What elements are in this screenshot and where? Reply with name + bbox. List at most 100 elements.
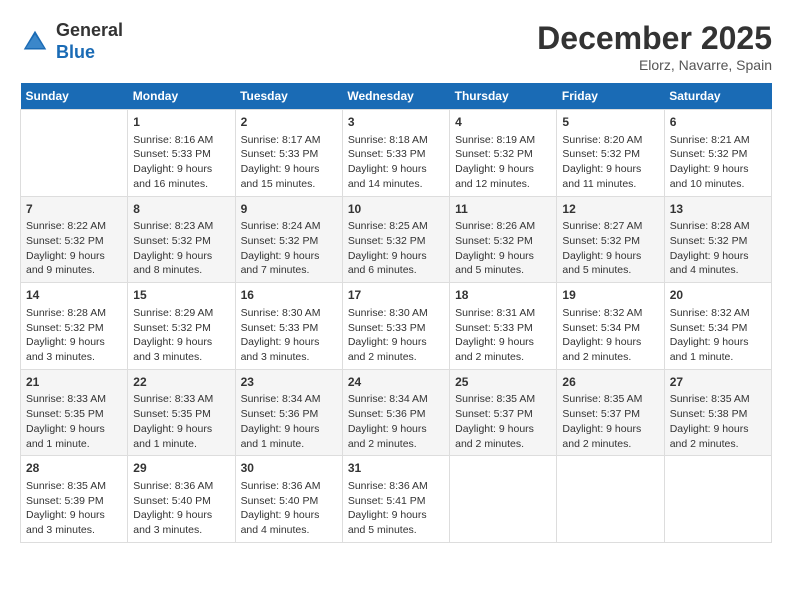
day-info: Sunrise: 8:34 AM Sunset: 5:36 PM Dayligh… <box>241 392 337 451</box>
day-number: 11 <box>455 201 551 218</box>
day-info: Sunrise: 8:23 AM Sunset: 5:32 PM Dayligh… <box>133 219 229 278</box>
day-cell: 19 Sunrise: 8:32 AM Sunset: 5:34 PM Dayli… <box>557 283 664 370</box>
day-number: 13 <box>670 201 766 218</box>
day-cell <box>450 456 557 543</box>
header-cell-sunday: Sunday <box>21 83 128 110</box>
day-cell: 30Sunrise: 8:36 AM Sunset: 5:40 PM Dayli… <box>235 456 342 543</box>
day-number: 15 <box>133 287 229 304</box>
day-info: Sunrise: 8:28 AM Sunset: 5:32 PM Dayligh… <box>670 219 766 278</box>
day-info: Sunrise: 8:36 AM Sunset: 5:40 PM Dayligh… <box>133 479 229 538</box>
calendar-body: 1 Sunrise: 8:16 AM Sunset: 5:33 PM Daylig… <box>21 110 772 543</box>
page-title: December 2025 <box>537 20 772 57</box>
day-info: Sunrise: 8:27 AM Sunset: 5:32 PM Dayligh… <box>562 219 658 278</box>
day-cell: 23Sunrise: 8:34 AM Sunset: 5:36 PM Dayli… <box>235 369 342 456</box>
day-info: Sunrise: 8:33 AM Sunset: 5:35 PM Dayligh… <box>26 392 122 451</box>
day-info: Sunrise: 8:35 AM Sunset: 5:37 PM Dayligh… <box>562 392 658 451</box>
day-info: Sunrise: 8:25 AM Sunset: 5:32 PM Dayligh… <box>348 219 444 278</box>
header-cell-wednesday: Wednesday <box>342 83 449 110</box>
day-number: 9 <box>241 201 337 218</box>
day-number: 1 <box>133 114 229 131</box>
day-cell: 4 Sunrise: 8:19 AM Sunset: 5:32 PM Daylig… <box>450 110 557 197</box>
day-number: 31 <box>348 460 444 477</box>
day-cell: 3 Sunrise: 8:18 AM Sunset: 5:33 PM Daylig… <box>342 110 449 197</box>
day-number: 10 <box>348 201 444 218</box>
day-cell: 1 Sunrise: 8:16 AM Sunset: 5:33 PM Daylig… <box>128 110 235 197</box>
day-info: Sunrise: 8:26 AM Sunset: 5:32 PM Dayligh… <box>455 219 551 278</box>
day-info: Sunrise: 8:31 AM Sunset: 5:33 PM Dayligh… <box>455 306 551 365</box>
day-cell: 18 Sunrise: 8:31 AM Sunset: 5:33 PM Dayli… <box>450 283 557 370</box>
day-number: 14 <box>26 287 122 304</box>
day-number: 29 <box>133 460 229 477</box>
day-info: Sunrise: 8:35 AM Sunset: 5:37 PM Dayligh… <box>455 392 551 451</box>
week-row-4: 21Sunrise: 8:33 AM Sunset: 5:35 PM Dayli… <box>21 369 772 456</box>
day-info: Sunrise: 8:36 AM Sunset: 5:40 PM Dayligh… <box>241 479 337 538</box>
day-cell: 31Sunrise: 8:36 AM Sunset: 5:41 PM Dayli… <box>342 456 449 543</box>
day-cell <box>557 456 664 543</box>
day-number: 28 <box>26 460 122 477</box>
day-number: 16 <box>241 287 337 304</box>
day-number: 19 <box>562 287 658 304</box>
day-cell: 28 Sunrise: 8:35 AM Sunset: 5:39 PM Dayli… <box>21 456 128 543</box>
day-cell: 25Sunrise: 8:35 AM Sunset: 5:37 PM Dayli… <box>450 369 557 456</box>
day-cell <box>664 456 771 543</box>
day-info: Sunrise: 8:19 AM Sunset: 5:32 PM Dayligh… <box>455 133 551 192</box>
header-cell-monday: Monday <box>128 83 235 110</box>
day-info: Sunrise: 8:22 AM Sunset: 5:32 PM Dayligh… <box>26 219 122 278</box>
day-cell: 2Sunrise: 8:17 AM Sunset: 5:33 PM Daylig… <box>235 110 342 197</box>
logo-text: General Blue <box>56 20 123 63</box>
day-cell: 15Sunrise: 8:29 AM Sunset: 5:32 PM Dayli… <box>128 283 235 370</box>
day-info: Sunrise: 8:21 AM Sunset: 5:32 PM Dayligh… <box>670 133 766 192</box>
logo: General Blue <box>20 20 123 63</box>
calendar-table: SundayMondayTuesdayWednesdayThursdayFrid… <box>20 83 772 543</box>
day-info: Sunrise: 8:32 AM Sunset: 5:34 PM Dayligh… <box>562 306 658 365</box>
day-cell: 10Sunrise: 8:25 AM Sunset: 5:32 PM Dayli… <box>342 196 449 283</box>
day-number: 27 <box>670 374 766 391</box>
logo-blue-text: Blue <box>56 42 95 62</box>
day-info: Sunrise: 8:34 AM Sunset: 5:36 PM Dayligh… <box>348 392 444 451</box>
day-cell: 22Sunrise: 8:33 AM Sunset: 5:35 PM Dayli… <box>128 369 235 456</box>
day-info: Sunrise: 8:35 AM Sunset: 5:39 PM Dayligh… <box>26 479 122 538</box>
day-cell: 9Sunrise: 8:24 AM Sunset: 5:32 PM Daylig… <box>235 196 342 283</box>
day-number: 23 <box>241 374 337 391</box>
day-cell: 21Sunrise: 8:33 AM Sunset: 5:35 PM Dayli… <box>21 369 128 456</box>
day-info: Sunrise: 8:24 AM Sunset: 5:32 PM Dayligh… <box>241 219 337 278</box>
day-number: 7 <box>26 201 122 218</box>
day-info: Sunrise: 8:35 AM Sunset: 5:38 PM Dayligh… <box>670 392 766 451</box>
header-cell-tuesday: Tuesday <box>235 83 342 110</box>
day-cell <box>21 110 128 197</box>
logo-icon <box>20 27 50 57</box>
day-number: 26 <box>562 374 658 391</box>
day-number: 4 <box>455 114 551 131</box>
day-cell: 14 Sunrise: 8:28 AM Sunset: 5:32 PM Dayli… <box>21 283 128 370</box>
day-info: Sunrise: 8:30 AM Sunset: 5:33 PM Dayligh… <box>348 306 444 365</box>
day-number: 5 <box>562 114 658 131</box>
day-info: Sunrise: 8:32 AM Sunset: 5:34 PM Dayligh… <box>670 306 766 365</box>
day-cell: 6 Sunrise: 8:21 AM Sunset: 5:32 PM Daylig… <box>664 110 771 197</box>
week-row-5: 28 Sunrise: 8:35 AM Sunset: 5:39 PM Dayli… <box>21 456 772 543</box>
day-info: Sunrise: 8:16 AM Sunset: 5:33 PM Dayligh… <box>133 133 229 192</box>
day-number: 22 <box>133 374 229 391</box>
day-info: Sunrise: 8:18 AM Sunset: 5:33 PM Dayligh… <box>348 133 444 192</box>
day-number: 6 <box>670 114 766 131</box>
day-number: 8 <box>133 201 229 218</box>
week-row-2: 7Sunrise: 8:22 AM Sunset: 5:32 PM Daylig… <box>21 196 772 283</box>
day-cell: 13Sunrise: 8:28 AM Sunset: 5:32 PM Dayli… <box>664 196 771 283</box>
day-cell: 27Sunrise: 8:35 AM Sunset: 5:38 PM Dayli… <box>664 369 771 456</box>
day-number: 18 <box>455 287 551 304</box>
header-cell-saturday: Saturday <box>664 83 771 110</box>
day-cell: 11Sunrise: 8:26 AM Sunset: 5:32 PM Dayli… <box>450 196 557 283</box>
day-cell: 17Sunrise: 8:30 AM Sunset: 5:33 PM Dayli… <box>342 283 449 370</box>
day-cell: 20 Sunrise: 8:32 AM Sunset: 5:34 PM Dayli… <box>664 283 771 370</box>
day-info: Sunrise: 8:28 AM Sunset: 5:32 PM Dayligh… <box>26 306 122 365</box>
day-cell: 7Sunrise: 8:22 AM Sunset: 5:32 PM Daylig… <box>21 196 128 283</box>
day-number: 12 <box>562 201 658 218</box>
calendar-header: SundayMondayTuesdayWednesdayThursdayFrid… <box>21 83 772 110</box>
logo-general-text: General <box>56 20 123 40</box>
header-row: SundayMondayTuesdayWednesdayThursdayFrid… <box>21 83 772 110</box>
day-number: 24 <box>348 374 444 391</box>
day-number: 3 <box>348 114 444 131</box>
day-cell: 12Sunrise: 8:27 AM Sunset: 5:32 PM Dayli… <box>557 196 664 283</box>
day-number: 20 <box>670 287 766 304</box>
day-number: 25 <box>455 374 551 391</box>
day-cell: 26Sunrise: 8:35 AM Sunset: 5:37 PM Dayli… <box>557 369 664 456</box>
